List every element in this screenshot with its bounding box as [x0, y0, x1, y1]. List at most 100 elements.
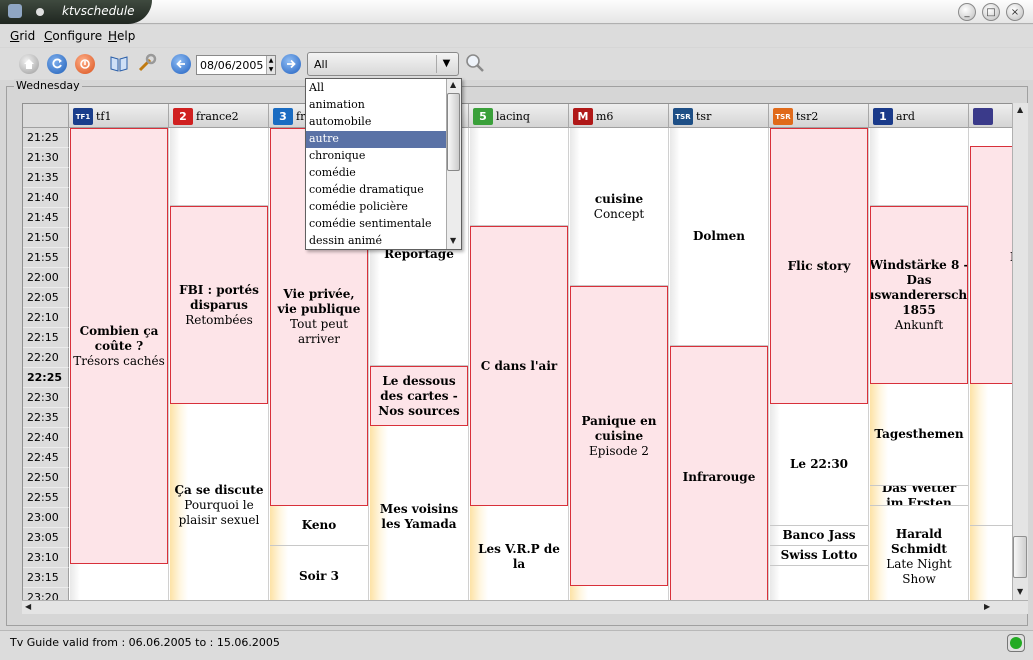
menu-configure[interactable]: Configure: [44, 29, 102, 43]
close-button[interactable]: ×: [1006, 3, 1024, 21]
channel-logo-icon: TSR: [673, 108, 693, 125]
status-text: Tv Guide valid from : 06.06.2005 to : 15…: [10, 636, 280, 649]
program-cell[interactable]: [570, 586, 668, 600]
program-cell[interactable]: cuisine Concept: [570, 128, 668, 286]
previous-day-button[interactable]: [168, 51, 194, 77]
scroll-right-icon[interactable]: ▶: [984, 602, 990, 611]
program-cell[interactable]: Windstärke 8 - Das Auswandererschiff 185…: [870, 206, 968, 384]
pin-icon[interactable]: [36, 8, 44, 16]
program-cell[interactable]: Swiss Lotto: [770, 546, 868, 566]
program-title: Panique en cuisine: [581, 413, 657, 443]
program-subtitle: Tout peut arriver: [290, 317, 348, 346]
dropdown-option[interactable]: autre: [306, 131, 446, 148]
channel-header[interactable]: 5 lacinq: [469, 104, 569, 128]
program-cell[interactable]: Infrarouge: [670, 346, 768, 600]
schedule-grid[interactable]: 21:25 21:30 21:35 21:40 21:45 21:50 21:55 22:00…: [22, 103, 1028, 601]
time-slot: 22:15: [23, 328, 69, 348]
vertical-scrollbar[interactable]: ▲ ▼: [1012, 103, 1028, 601]
dropdown-option[interactable]: dessin animé: [306, 233, 446, 249]
program-subtitle: Trésors cachés: [73, 353, 165, 368]
program-cell[interactable]: Soir 3: [270, 546, 368, 600]
dropdown-option[interactable]: comédie dramatique: [306, 182, 446, 199]
channel-header[interactable]: TSR tsr2: [769, 104, 869, 128]
time-slot: 23:05: [23, 528, 69, 548]
menu-grid[interactable]: Grid: [10, 29, 35, 43]
program-cell[interactable]: Mes voisins les Yamada: [370, 426, 468, 600]
dropdown-option[interactable]: comédie policière: [306, 199, 446, 216]
program-title: Windstärke 8 - Das Auswandererschiff 185…: [870, 257, 968, 317]
chevron-down-icon[interactable]: ▼: [436, 55, 456, 73]
dropdown-scroll-down-icon[interactable]: ▼: [450, 236, 456, 245]
channel-header[interactable]: TSR tsr: [669, 104, 769, 128]
channel-logo-icon: 2: [173, 108, 193, 125]
home-button[interactable]: [16, 51, 42, 77]
minimize-button[interactable]: _: [958, 3, 976, 21]
search-button[interactable]: [462, 51, 488, 77]
forward-arrow-icon: [281, 54, 301, 74]
scroll-left-icon[interactable]: ◀: [25, 602, 31, 611]
program-cell[interactable]: [170, 128, 268, 206]
dropdown-option[interactable]: comédie sentimentale: [306, 216, 446, 233]
channel-logo-icon: TSR: [773, 108, 793, 125]
refresh-button[interactable]: [44, 51, 70, 77]
vertical-scroll-thumb[interactable]: [1013, 536, 1027, 578]
scroll-up-icon[interactable]: ▲: [1017, 105, 1023, 114]
program-cell[interactable]: Panique en cuisine Episode 2: [570, 286, 668, 586]
program-cell[interactable]: FBI : portés disparus Retombées: [170, 206, 268, 404]
program-cell[interactable]: Le dessous des cartes - Nos sources: [370, 366, 468, 426]
program-cell[interactable]: [470, 128, 568, 226]
maximize-button[interactable]: □: [982, 3, 1000, 21]
settings-button[interactable]: [134, 51, 160, 77]
program-cell[interactable]: Ça se discute Pourquoi le plaisir sexuel: [170, 404, 268, 600]
channel-logo-icon: 3: [273, 108, 293, 125]
time-slot: 23:00: [23, 508, 69, 528]
program-cell[interactable]: Harald Schmidt Late Night Show: [870, 506, 968, 600]
program-title: C dans l'air: [480, 358, 558, 373]
next-day-button[interactable]: [278, 51, 304, 77]
horizontal-scrollbar[interactable]: ◀ ▶: [22, 600, 1028, 614]
program-cell[interactable]: Dolmen: [670, 128, 768, 346]
menu-help[interactable]: Help: [108, 29, 135, 43]
channel-header[interactable]: 1 ard: [869, 104, 969, 128]
program-cell[interactable]: Flic story: [770, 128, 868, 404]
dropdown-scroll-up-icon[interactable]: ▲: [450, 80, 456, 89]
date-spinner[interactable]: ▲ ▼: [266, 56, 275, 74]
category-select[interactable]: All ▼: [307, 52, 459, 76]
program-title: Banco Jass: [782, 528, 856, 542]
program-cell[interactable]: Les V.R.P de la: [470, 506, 568, 600]
dropdown-option[interactable]: All: [306, 80, 446, 97]
program-cell[interactable]: Das Wetter im Ersten: [870, 486, 968, 506]
dropdown-scroll-thumb[interactable]: [447, 93, 460, 171]
category-dropdown-list[interactable]: ▲ ▼ All animation automobile autre chronique…: [305, 78, 462, 250]
guide-button[interactable]: [106, 51, 132, 77]
channel-header[interactable]: TF1 tf1: [69, 104, 169, 128]
dropdown-option[interactable]: chronique: [306, 148, 446, 165]
dropdown-option[interactable]: comédie: [306, 165, 446, 182]
channel-name: tsr: [696, 110, 712, 123]
program-cell[interactable]: Banco Jass: [770, 526, 868, 546]
dropdown-option[interactable]: animation: [306, 97, 446, 114]
time-slot: 21:30: [23, 148, 69, 168]
program-cell[interactable]: [770, 566, 868, 600]
date-field[interactable]: 08/06/2005: [196, 55, 276, 75]
program-cell[interactable]: C dans l'air: [470, 226, 568, 506]
window-titlebar[interactable]: ktvschedule _ □ ×: [0, 0, 1033, 24]
stop-button[interactable]: [72, 51, 98, 77]
dropdown-option[interactable]: automobile: [306, 114, 446, 131]
program-cell[interactable]: [70, 564, 168, 600]
program-title: Ça se discute: [174, 483, 264, 497]
time-slot: 21:35: [23, 168, 69, 188]
scroll-down-icon[interactable]: ▼: [1017, 587, 1023, 596]
program-cell[interactable]: Combien ça coûte ? Trésors cachés: [70, 128, 168, 564]
channel-name: ard: [896, 110, 915, 123]
program-title: Das Wetter im Ersten: [881, 486, 957, 506]
time-slot: 22:20: [23, 348, 69, 368]
app-icon[interactable]: [8, 4, 22, 18]
time-slot: 22:05: [23, 288, 69, 308]
program-cell[interactable]: Tagesthemen: [870, 384, 968, 486]
program-cell[interactable]: Le 22:30: [770, 404, 868, 526]
program-cell[interactable]: [870, 128, 968, 206]
channel-header[interactable]: 2 france2: [169, 104, 269, 128]
channel-header[interactable]: Mm6: [569, 104, 669, 128]
program-cell[interactable]: Keno: [270, 506, 368, 546]
